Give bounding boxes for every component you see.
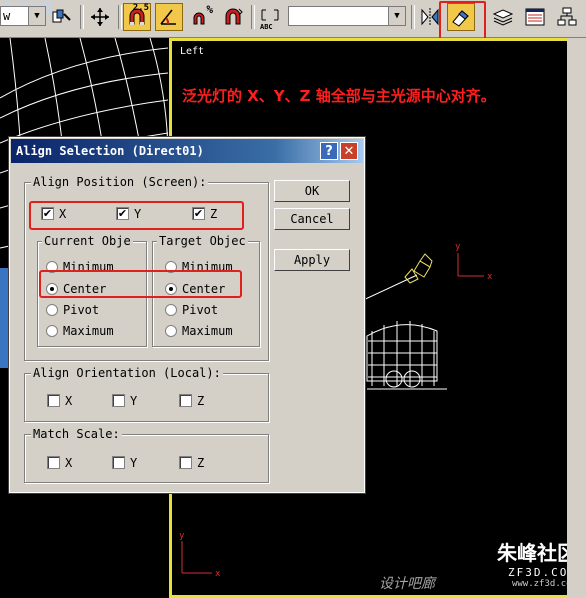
logo-subtitle: ZF3D.COM	[508, 566, 577, 579]
axis-x-label: x	[487, 272, 493, 282]
percent-snap-button[interactable]: %	[187, 3, 215, 31]
center-highlight-box	[39, 270, 242, 298]
cancel-button[interactable]: Cancel	[274, 208, 350, 230]
orient-y-checkbox[interactable]	[112, 394, 125, 407]
current-pivot-label: Pivot	[63, 303, 100, 317]
scale-x-label: X	[65, 456, 73, 470]
orient-x-checkbox[interactable]	[47, 394, 60, 407]
logo-title: 朱峰社区	[497, 541, 577, 565]
match-scale-group: Match Scale: X Y Z	[24, 427, 269, 483]
target-maximum-radio[interactable]	[165, 325, 177, 337]
edit-named-selection-button[interactable]: ABC	[256, 3, 284, 31]
scale-z-checkbox[interactable]	[179, 456, 192, 469]
angle-snap-icon	[160, 9, 176, 25]
target-pivot-label: Pivot	[182, 303, 219, 317]
angle-snap-button[interactable]	[155, 3, 183, 31]
command-panel-edge	[567, 38, 586, 598]
match-scale-title: Match Scale:	[31, 427, 122, 441]
current-maximum-label: Maximum	[63, 324, 114, 338]
align-button-highlight	[439, 1, 486, 43]
dialog-title: Align Selection (Direct01)	[16, 144, 204, 158]
target-maximum-label: Maximum	[182, 324, 233, 338]
percent-label: %	[206, 3, 213, 16]
current-pivot-radio[interactable]	[46, 304, 58, 316]
main-toolbar: 透视社区 w ▼ 2.5 %	[0, 0, 586, 38]
align-orientation-group: Align Orientation (Local): X Y Z	[24, 366, 269, 422]
axis-y-label-small: y	[179, 531, 185, 541]
align-position-title: Align Position (Screen):	[31, 175, 209, 189]
curve-editor-button[interactable]	[521, 3, 549, 31]
apply-button[interactable]: Apply	[274, 249, 350, 271]
axis-y-label: y	[455, 242, 461, 252]
logo-url: www.zf3d.com	[511, 579, 577, 589]
snap-value-label: 2.5	[132, 3, 149, 13]
curve-editor-icon	[525, 8, 545, 26]
move-arrows-icon	[91, 8, 109, 26]
scale-y-label: Y	[130, 456, 138, 470]
named-selection-dropdown[interactable]: ▼	[288, 6, 406, 26]
selection-filter-value: w	[3, 9, 11, 23]
abc-label: ABC	[260, 23, 273, 31]
current-maximum-radio[interactable]	[46, 325, 58, 337]
orient-z-label: Z	[197, 394, 205, 408]
close-button[interactable]: ✕	[340, 142, 358, 160]
current-object-title: Current Obje	[42, 234, 133, 248]
schematic-view-icon	[557, 7, 577, 26]
axis-x-label-small: x	[215, 569, 221, 579]
target-pivot-radio[interactable]	[165, 304, 177, 316]
help-button[interactable]: ?	[320, 142, 338, 160]
xyz-highlight-box	[29, 201, 244, 230]
layer-manager-button[interactable]	[489, 3, 517, 31]
orient-x-label: X	[65, 394, 73, 408]
select-link-button[interactable]	[48, 3, 76, 31]
watermark-logo: 朱峰社区 ZF3D.COM www.zf3d.com	[497, 537, 577, 589]
mirror-icon	[421, 8, 439, 26]
schematic-view-button[interactable]	[553, 3, 581, 31]
ok-button[interactable]: OK	[274, 180, 350, 202]
dialog-titlebar[interactable]: Align Selection (Direct01) ? ✕	[11, 139, 363, 163]
scale-x-checkbox[interactable]	[47, 456, 60, 469]
selection-filter-dropdown[interactable]: w ▼	[0, 6, 46, 26]
select-link-icon	[52, 9, 71, 23]
orient-y-label: Y	[130, 394, 138, 408]
scale-z-label: Z	[197, 456, 205, 470]
layer-manager-icon	[492, 9, 514, 26]
scale-y-checkbox[interactable]	[112, 456, 125, 469]
chevron-down-icon: ▼	[388, 7, 405, 25]
chevron-down-icon: ▼	[28, 7, 45, 25]
watermark-bottom: 设计吧廊	[379, 576, 435, 592]
move-tool-button[interactable]	[86, 3, 114, 31]
snap-toggle-button[interactable]: 2.5	[123, 3, 151, 31]
align-selection-dialog: Align Selection (Direct01) ? ✕ Align Pos…	[8, 136, 366, 494]
orient-z-checkbox[interactable]	[179, 394, 192, 407]
spinner-snap-icon	[225, 8, 243, 25]
target-object-title: Target Objec	[157, 234, 248, 248]
spinner-snap-button[interactable]	[219, 3, 247, 31]
align-orientation-title: Align Orientation (Local):	[31, 366, 223, 380]
